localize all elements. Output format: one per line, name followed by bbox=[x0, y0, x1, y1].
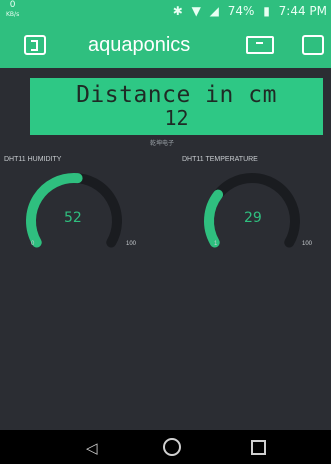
device-battery-icon[interactable] bbox=[246, 36, 274, 54]
home-icon[interactable] bbox=[163, 438, 181, 456]
back-icon[interactable]: ◁ bbox=[86, 439, 98, 457]
recent-apps-icon[interactable] bbox=[251, 440, 266, 455]
battery-icon: ▮ bbox=[263, 4, 270, 18]
temperature-gauge[interactable]: DHT11 TEMPERATURE 29 1 100 bbox=[182, 156, 322, 266]
clock: 7:44 PM bbox=[278, 4, 327, 18]
gauge-value: 52 bbox=[64, 210, 82, 226]
navigation-bar: ◁ bbox=[0, 430, 331, 464]
wifi-icon: ▼ bbox=[191, 4, 201, 18]
signal-icon: ◢ bbox=[209, 4, 219, 18]
exit-project-icon[interactable] bbox=[24, 35, 46, 55]
gauge-fill bbox=[204, 189, 224, 248]
distance-label: Distance in cm bbox=[76, 82, 277, 108]
status-icons: ✱ ▼ ◢ 74% ▮ 7:44 PM bbox=[168, 4, 327, 18]
gauge-max: 100 bbox=[126, 241, 137, 247]
battery-percent: 74% bbox=[227, 4, 255, 18]
gauge-title: DHT11 HUMIDITY bbox=[4, 156, 62, 163]
network-speed: 0 KB/s bbox=[6, 1, 19, 19]
distance-display[interactable]: Distance in cm 12 bbox=[30, 78, 323, 135]
gauge-title: DHT11 TEMPERATURE bbox=[182, 156, 258, 163]
network-speed-unit: KB/s bbox=[6, 11, 20, 18]
app-bar: aquaponics bbox=[0, 22, 331, 68]
stop-icon[interactable] bbox=[302, 35, 324, 55]
distance-value: 12 bbox=[164, 106, 189, 130]
project-title: aquaponics bbox=[88, 34, 191, 56]
humidity-gauge[interactable]: DHT11 HUMIDITY 52 0 100 bbox=[4, 156, 144, 266]
display-sublabel: 乾坤电子 bbox=[150, 141, 175, 147]
gauge-min: 1 bbox=[214, 241, 218, 247]
network-speed-value: 0 bbox=[9, 0, 16, 10]
gauge-max: 100 bbox=[302, 241, 313, 247]
gauge-min: 0 bbox=[31, 241, 35, 247]
gauge-value: 29 bbox=[244, 210, 262, 226]
bluetooth-icon: ✱ bbox=[172, 4, 183, 18]
status-bar: 0 KB/s ✱ ▼ ◢ 74% ▮ 7:44 PM bbox=[0, 0, 331, 22]
